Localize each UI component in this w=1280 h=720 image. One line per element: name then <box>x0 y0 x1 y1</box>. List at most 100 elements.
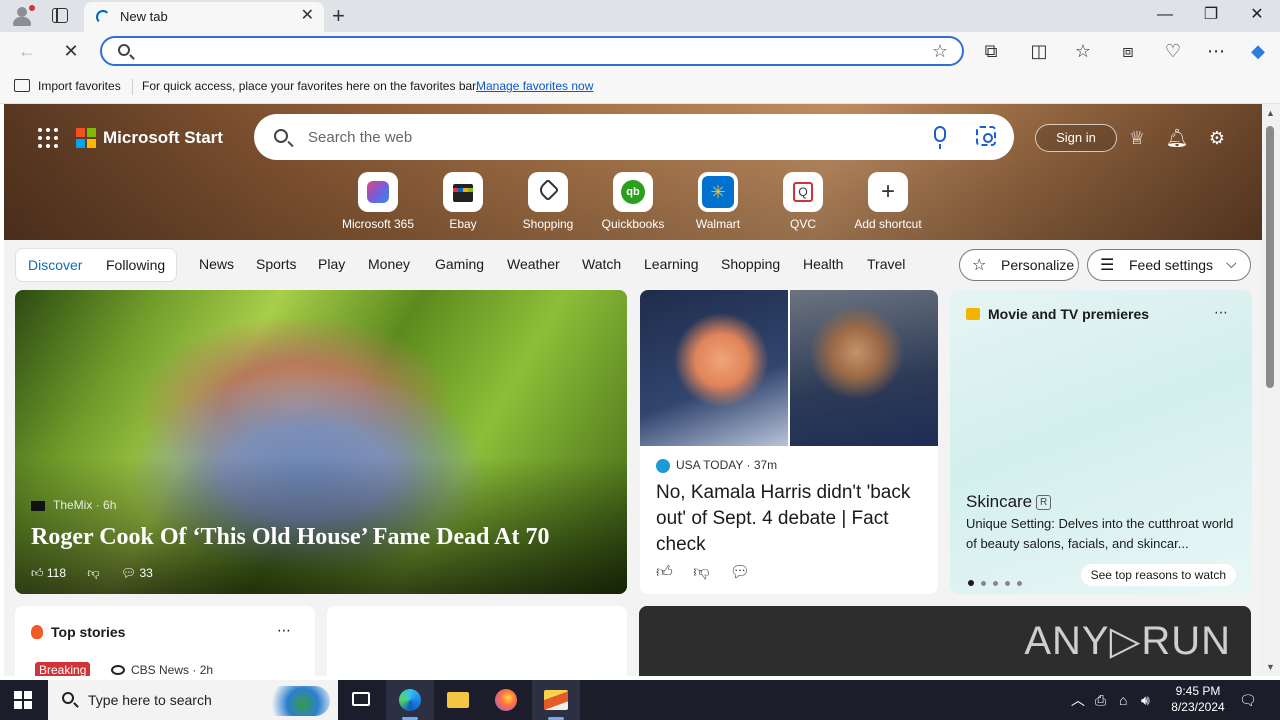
browser-essentials-icon[interactable]: ♡ <box>1160 38 1186 64</box>
edge-taskbar-icon[interactable] <box>386 680 434 720</box>
shortcut-shopping[interactable]: Shopping <box>508 172 588 231</box>
page-settings-gear-icon[interactable]: ⚙ <box>1205 126 1229 150</box>
web-search-input[interactable] <box>308 127 908 147</box>
comment-icon[interactable]: 💬︎ <box>121 566 136 580</box>
new-tab-button[interactable]: + <box>332 4 345 28</box>
notification-center-icon[interactable]: 🗨︎ <box>1239 691 1257 709</box>
close-tab-icon[interactable]: ✕ <box>301 7 314 25</box>
visual-search-icon[interactable] <box>976 126 996 146</box>
import-favorites-button[interactable]: Import favorites <box>38 79 121 93</box>
tab-discover[interactable]: Discover <box>28 257 82 273</box>
tab-following[interactable]: Following <box>106 257 165 273</box>
comment-icon[interactable]: 💬︎ <box>730 564 750 581</box>
brand-title[interactable]: Microsoft Start <box>103 128 223 148</box>
more-options-icon[interactable]: ⋯ <box>1214 304 1228 321</box>
feed-settings-button[interactable]: ☰ Feed settings ⌵ <box>1087 249 1251 281</box>
close-window-button[interactable]: ✕ <box>1242 4 1272 26</box>
address-bar[interactable]: ☆ <box>100 36 964 66</box>
rewards-icon[interactable]: ♕ <box>1125 126 1149 150</box>
task-view-icon[interactable] <box>338 680 386 720</box>
scroll-up-arrow-icon[interactable]: ▲ <box>1266 108 1275 118</box>
show-title[interactable]: Skincare R <box>966 492 1052 512</box>
category-watch[interactable]: Watch <box>582 256 621 272</box>
sliders-icon: ☰ <box>1100 257 1115 274</box>
favorites-icon[interactable]: ☆ <box>1070 38 1096 64</box>
shortcut-walmart[interactable]: ✳ Walmart <box>678 172 758 231</box>
address-input[interactable] <box>142 42 922 62</box>
shortcut-microsoft-365[interactable]: Microsoft 365 <box>338 172 418 231</box>
dislike-icon[interactable]: 👎︎ <box>87 566 99 580</box>
restore-button[interactable]: ❐ <box>1196 4 1226 26</box>
like-icon[interactable]: 👍︎ <box>656 564 673 581</box>
shortcut-ebay[interactable]: Ebay <box>423 172 503 231</box>
personalize-button[interactable]: ☆ Personalize <box>959 249 1079 281</box>
category-learning[interactable]: Learning <box>644 256 699 272</box>
stop-loading-button[interactable]: ✕ <box>58 38 84 64</box>
copilot-icon[interactable]: ◆ <box>1245 38 1271 64</box>
news-card-usa-today[interactable]: USA TODAY · 37m No, Kamala Harris didn't… <box>640 290 938 594</box>
lead-story-card[interactable]: TheMix · 6h Roger Cook Of ‘This Old Hous… <box>15 290 627 594</box>
carousel-dots[interactable] <box>968 574 1029 589</box>
search-icon <box>274 129 288 143</box>
network-icon[interactable]: ⌂ <box>1119 691 1127 709</box>
like-icon[interactable]: 👍︎ <box>31 566 44 580</box>
scrollbar-thumb[interactable] <box>1266 126 1274 388</box>
shortcut-qvc[interactable]: Q QVC <box>763 172 843 231</box>
category-shopping[interactable]: Shopping <box>721 256 780 272</box>
volume-icon[interactable]: 🔊︎ <box>1141 691 1150 709</box>
extensions-icon[interactable]: ⧉ <box>978 38 1004 64</box>
web-search-box[interactable] <box>254 114 1014 160</box>
settings-more-icon[interactable]: ⋯ <box>1203 38 1229 64</box>
minimize-button[interactable]: — <box>1150 4 1180 26</box>
app-window-icon[interactable] <box>532 680 580 720</box>
taskbar-clock[interactable]: 9:45 PM 8/23/2024 <box>1160 683 1236 715</box>
shortcut-quickbooks[interactable]: qb Quickbooks <box>593 172 673 231</box>
split-screen-icon[interactable]: ◫ <box>1026 38 1052 64</box>
category-travel[interactable]: Travel <box>867 256 905 272</box>
favorites-bar: Import favorites For quick access, place… <box>0 70 1280 104</box>
lead-story-headline[interactable]: Roger Cook Of ‘This Old House’ Fame Dead… <box>31 524 549 551</box>
sparkle-star-icon: ☆ <box>972 257 987 274</box>
more-options-icon[interactable]: ⋯ <box>277 622 291 639</box>
file-explorer-icon[interactable] <box>434 680 482 720</box>
tag-icon <box>528 172 568 212</box>
import-favorites-icon[interactable] <box>14 79 30 92</box>
category-play[interactable]: Play <box>318 256 345 272</box>
notifications-bell-icon[interactable]: 🔔︎ <box>1165 126 1189 150</box>
news-headline[interactable]: No, Kamala Harris didn't 'back out' of S… <box>656 480 928 558</box>
placeholder-card <box>327 606 627 676</box>
tab-actions-icon[interactable] <box>52 8 68 23</box>
see-reasons-button[interactable]: See top reasons to watch <box>1080 564 1236 586</box>
category-gaming[interactable]: Gaming <box>435 256 484 272</box>
firefox-icon[interactable] <box>482 680 530 720</box>
shortcut-add[interactable]: + Add shortcut <box>848 172 928 231</box>
tab-new-tab[interactable]: New tab ✕ <box>84 2 324 32</box>
sign-in-button[interactable]: Sign in <box>1035 124 1117 152</box>
add-favorite-star-icon[interactable]: ☆ <box>932 41 948 61</box>
search-highlight-globe-icon <box>262 686 330 716</box>
manage-favorites-link[interactable]: Manage favorites now <box>476 79 593 93</box>
category-money[interactable]: Money <box>368 256 410 272</box>
category-sports[interactable]: Sports <box>256 256 296 272</box>
show-hidden-icons-chevron-icon[interactable]: ︿ <box>1071 691 1085 709</box>
collections-icon[interactable]: ⧈ <box>1115 38 1141 64</box>
movie-premieres-card[interactable]: Movie and TV premieres ⋯ Skincare R Uniqu… <box>950 290 1252 594</box>
shortcut-label: QVC <box>789 217 816 231</box>
tray-device-icon[interactable]: ⎙ <box>1095 691 1106 709</box>
app-launcher-icon[interactable] <box>38 128 58 148</box>
back-button[interactable]: ← <box>14 38 40 64</box>
category-news[interactable]: News <box>199 256 234 272</box>
story-source: CBS News · 2h <box>111 663 213 676</box>
dark-promo-card[interactable]: ANY▷RUN <box>639 606 1251 676</box>
chevron-down-icon: ⌵ <box>1226 255 1237 271</box>
profile-icon[interactable] <box>10 5 35 27</box>
category-weather[interactable]: Weather <box>507 256 560 272</box>
scroll-down-arrow-icon[interactable]: ▼ <box>1266 662 1275 672</box>
category-health[interactable]: Health <box>803 256 843 272</box>
top-stories-card[interactable]: Top stories ⋯ Breaking CBS News · 2h <box>15 606 315 676</box>
windows-start-icon[interactable] <box>14 691 32 709</box>
microphone-icon[interactable] <box>934 126 946 149</box>
taskbar-search-box[interactable]: Type here to search <box>48 680 338 720</box>
page-scrollbar[interactable]: ▲ ▼ <box>1262 104 1280 676</box>
dislike-icon[interactable]: 👎︎ <box>693 564 709 581</box>
